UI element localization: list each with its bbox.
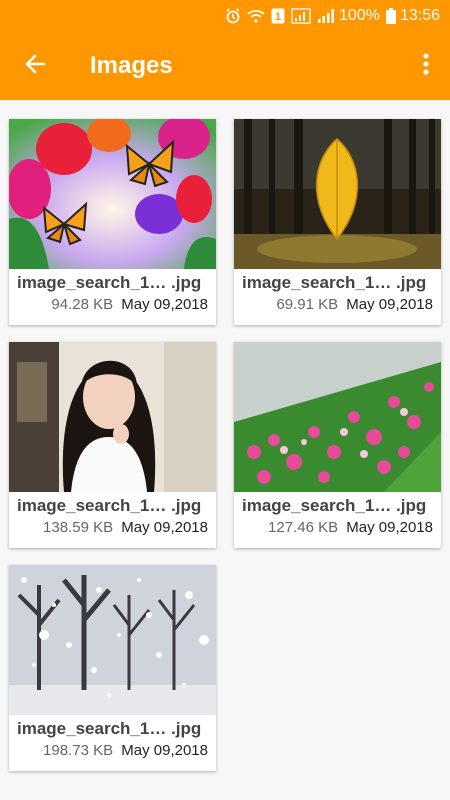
image-thumbnail[interactable] <box>9 119 216 269</box>
image-size: 69.91 KB <box>276 296 339 313</box>
back-button[interactable] <box>0 32 70 100</box>
image-thumbnail[interactable] <box>9 342 216 492</box>
image-card[interactable]: image_search_1… .jpg 94.28 KB May 09,201… <box>9 119 216 325</box>
image-name: image_search_1… .jpg <box>242 496 427 515</box>
image-name: image_search_1… .jpg <box>17 496 202 515</box>
image-size: 127.46 KB <box>268 519 339 536</box>
more-vert-icon <box>423 52 429 80</box>
signal-strength-icon <box>317 8 335 24</box>
alarm-icon <box>225 8 241 24</box>
image-card[interactable]: image_search_1… .jpg 138.59 KB May 09,20… <box>9 342 216 548</box>
image-size: 138.59 KB <box>43 519 114 536</box>
image-meta: 94.28 KB May 09,2018 <box>9 293 216 313</box>
page-title: Images <box>90 52 173 79</box>
image-date: May 09,2018 <box>121 519 208 536</box>
image-thumbnail[interactable] <box>9 565 216 715</box>
battery-icon <box>385 8 396 24</box>
image-date: May 09,2018 <box>346 519 433 536</box>
image-name: image_search_1… .jpg <box>242 273 427 292</box>
image-meta: 127.46 KB May 09,2018 <box>234 516 441 536</box>
battery-percent: 100% <box>339 7 380 24</box>
image-card[interactable]: image_search_1… .jpg 198.73 KB May 09,20… <box>9 565 216 771</box>
status-bar: 1 100% 13:56 <box>0 0 450 32</box>
image-meta: 69.91 KB May 09,2018 <box>234 293 441 313</box>
image-date: May 09,2018 <box>121 296 208 313</box>
image-date: May 09,2018 <box>121 742 208 759</box>
more-options-button[interactable] <box>412 44 440 88</box>
sim-badge-text: 1 <box>275 11 281 23</box>
image-date: May 09,2018 <box>346 296 433 313</box>
image-meta: 138.59 KB May 09,2018 <box>9 516 216 536</box>
image-thumbnail[interactable] <box>234 119 441 269</box>
clock: 13:56 <box>399 7 440 24</box>
image-card[interactable]: image_search_1… .jpg 69.91 KB May 09,201… <box>234 119 441 325</box>
image-card[interactable]: image_search_1… .jpg 127.46 KB May 09,20… <box>234 342 441 548</box>
signal-icon <box>291 8 311 24</box>
sim-badge-icon: 1 <box>271 8 285 24</box>
wifi-icon <box>247 9 265 23</box>
image-size: 94.28 KB <box>51 296 114 313</box>
image-name: image_search_1… .jpg <box>17 273 202 292</box>
arrow-left-icon <box>24 53 46 80</box>
image-name: image_search_1… .jpg <box>17 719 202 738</box>
app-bar: Images <box>0 32 450 100</box>
image-meta: 198.73 KB May 09,2018 <box>9 739 216 759</box>
image-size: 198.73 KB <box>43 742 114 759</box>
image-thumbnail[interactable] <box>234 342 441 492</box>
